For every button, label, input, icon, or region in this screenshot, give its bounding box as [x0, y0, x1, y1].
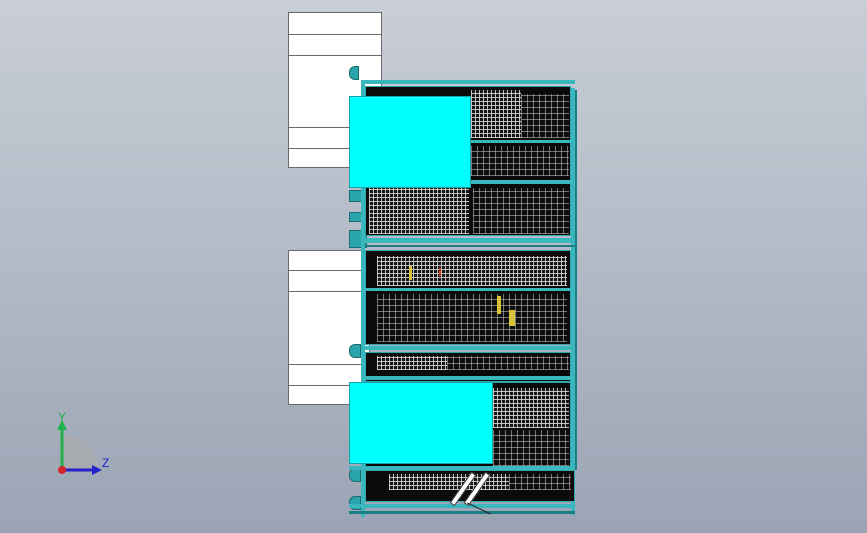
rail-middle [365, 288, 571, 291]
mesh-middle-bottom [377, 294, 567, 342]
mesh-bottom-right [493, 388, 569, 428]
cad-graphics-viewport[interactable]: Y Z [0, 0, 867, 533]
component-yellow-3 [509, 310, 515, 326]
mesh-top-right [471, 90, 521, 138]
mesh-top-far [521, 94, 569, 138]
cyan-panel-top[interactable] [349, 96, 471, 188]
component-yellow-2 [497, 296, 501, 314]
rail-section-1 [365, 238, 575, 243]
mesh-base-right [509, 474, 571, 490]
cabinet-assembly[interactable] [349, 80, 577, 517]
mesh-top-bottom-left [369, 188, 469, 234]
rail-base-bottom [349, 504, 575, 508]
mesh-bottom-far [493, 430, 569, 466]
mesh-top-bottom-right [473, 188, 569, 234]
rail-section-3 [365, 376, 575, 380]
mesh-middle-top [377, 256, 567, 286]
top-rail [361, 80, 575, 84]
mesh-top-lower [471, 146, 569, 176]
mesh-base [389, 474, 509, 490]
mesh-lower-middle [377, 356, 447, 370]
z-axis-label: Z [102, 456, 110, 470]
cyan-panel-bottom[interactable] [349, 382, 493, 464]
rail-top-mid [471, 140, 571, 143]
rail-section-1b [365, 245, 575, 247]
y-axis-label: Y [58, 410, 67, 424]
left-bracket-1 [349, 66, 359, 80]
rail-section-2 [365, 346, 575, 350]
component-yellow-1 [409, 266, 412, 280]
right-post-outer [575, 90, 577, 470]
mesh-lower-middle-right [447, 356, 569, 370]
rail-base-foot [349, 511, 575, 514]
coordinate-triad: Y Z [48, 410, 118, 482]
component-red-1 [439, 268, 441, 276]
